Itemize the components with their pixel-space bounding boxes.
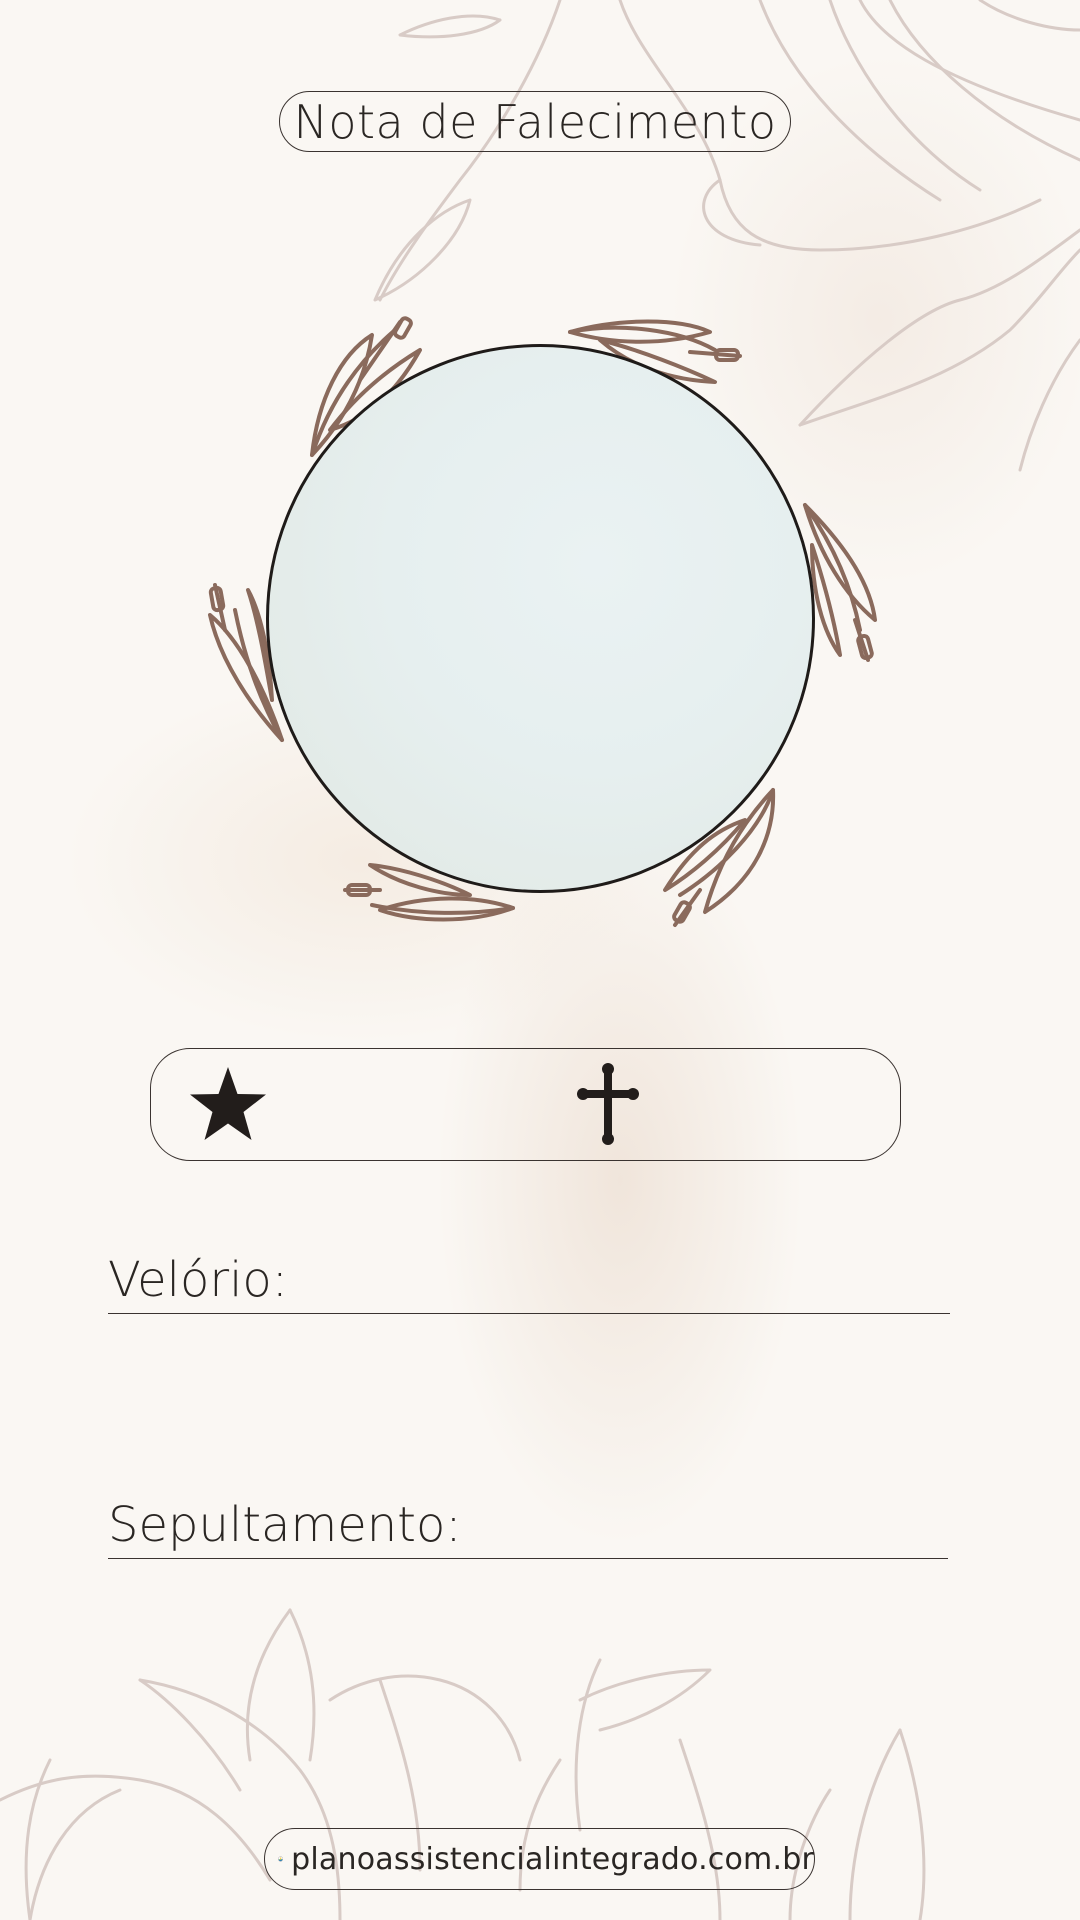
website-link[interactable]: planoassistencialintegrado.com.br [291, 1842, 814, 1877]
footer-pill[interactable]: planoassistencialintegrado.com.br [264, 1828, 815, 1890]
burial-field-line[interactable] [108, 1558, 948, 1559]
wake-label: Velório: [108, 1252, 288, 1308]
obituary-card: Nota de Falecimento Velório: Sepultament… [0, 0, 1080, 1920]
wake-field-line[interactable] [108, 1313, 950, 1314]
leaf-wreath-decoration [208, 316, 877, 927]
burial-label: Sepultamento: [108, 1497, 462, 1553]
cross-icon [577, 1063, 639, 1145]
logo-icon [278, 1856, 284, 1862]
star-icon [190, 1067, 266, 1140]
photo-placeholder[interactable] [266, 344, 815, 893]
